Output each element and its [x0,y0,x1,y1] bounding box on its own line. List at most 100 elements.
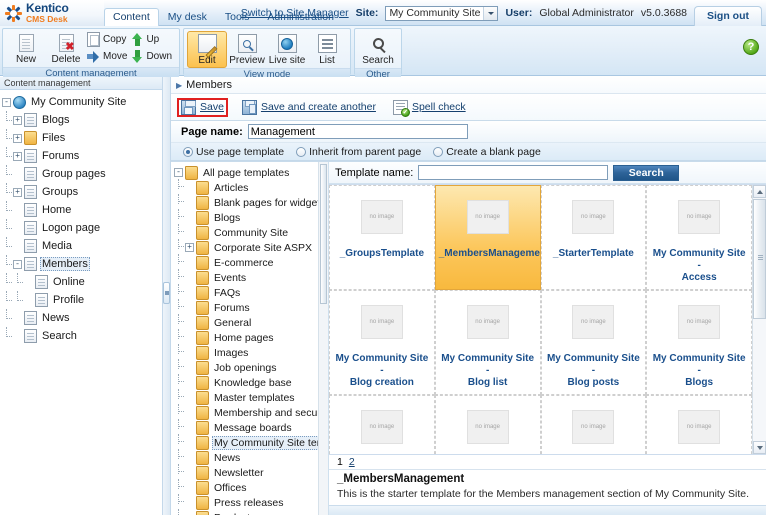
live-site-button[interactable]: Live site [267,31,307,68]
template-category-item[interactable]: Images [174,343,328,360]
template-category-item[interactable]: Knowledge base [174,373,328,390]
template-grid-scrollbar[interactable] [752,185,766,454]
switch-to-site-manager-link[interactable]: Switch to Site Manager [241,7,349,19]
template-category-item[interactable]: Message boards [174,418,328,435]
template-category-item[interactable]: Blogs [174,208,328,225]
template-category-item[interactable]: Blank pages for widgets [174,193,328,210]
save-and-create-another-action[interactable]: Save and create another [239,98,379,117]
template-category-item-label[interactable]: My Community Site templates [212,435,328,450]
content-tree-item[interactable]: Home [2,201,162,219]
template-category-item[interactable]: General [174,313,328,330]
pager-page-2[interactable]: 2 [349,456,355,468]
template-category-item-label[interactable]: E-commerce [212,257,276,269]
template-category-item-label[interactable]: Products [212,512,257,515]
template-category-item-label[interactable]: General [212,317,253,329]
scroll-down-icon[interactable] [753,441,766,454]
template-category-item-label[interactable]: Home pages [212,332,276,344]
template-tile[interactable]: no image [329,395,435,454]
content-tree-item[interactable]: Online [2,273,162,291]
template-category-item-label[interactable]: Knowledge base [212,377,294,389]
template-category-item-label[interactable]: Articles [212,182,250,194]
template-category-item-label[interactable]: Offices [212,482,248,494]
template-tile[interactable]: no image _MembersManagemen [434,185,541,290]
content-tree-item[interactable]: Logon page [2,219,162,237]
content-tree-item-label[interactable]: Search [40,330,79,342]
template-category-item[interactable]: Master templates [174,388,328,405]
collapse-icon[interactable]: - [2,97,11,107]
template-tile[interactable]: no image _GroupsTemplate [329,185,435,290]
content-tree-item-label[interactable]: Media [40,240,74,252]
template-tile[interactable]: no image My Community Site - Blog creatio… [329,290,435,395]
content-tree-item-label[interactable]: Members [40,257,90,271]
sign-out-button[interactable]: Sign out [694,6,762,26]
template-tile-label[interactable]: _GroupsTemplate [330,248,434,260]
template-category-item-label[interactable]: Forums [212,302,252,314]
splitter-grip[interactable] [163,282,170,304]
content-tree-item-label[interactable]: Logon page [40,222,102,234]
template-category-item[interactable]: + Corporate Site ASPX [174,238,328,255]
template-category-item[interactable]: Job openings [174,358,328,375]
pane-splitter[interactable] [162,77,171,515]
template-category-item[interactable]: Press releases [174,493,328,510]
template-category-tree[interactable]: - All page templates Articles Blank pages f… [174,165,328,515]
search-button[interactable]: Search [358,31,398,68]
move-button[interactable]: Move [86,48,131,65]
template-category-item[interactable]: Products [174,508,328,515]
help-icon[interactable]: ? [743,39,759,55]
template-category-item-label[interactable]: Images [212,347,250,359]
content-tree-item-label[interactable]: Forums [40,150,81,162]
content-tree-item[interactable]: + Blogs [2,111,162,129]
template-tile-label[interactable]: My Community Site - Blogs [647,353,751,389]
template-tile-label[interactable]: _MembersManagemen [436,248,540,260]
template-tile-label[interactable]: My Community Site - Blog posts [542,353,646,389]
tab-content[interactable]: Content [104,8,159,27]
expand-icon[interactable]: + [13,133,22,143]
content-tree-item-label[interactable]: Files [40,132,67,144]
template-category-item[interactable]: Articles [174,178,328,195]
template-category-item[interactable]: Community Site [174,223,328,240]
edit-view-button[interactable]: Edit [187,31,228,68]
copy-button[interactable]: Copy [86,31,131,48]
content-tree-item[interactable]: News [2,309,162,327]
template-tile[interactable]: no image My Community Site - Blog posts [540,290,647,395]
template-category-item-label[interactable]: Master templates [212,392,297,404]
template-category-item-label[interactable]: Press releases [212,497,285,509]
spell-check-action[interactable]: ✓ Spell check [390,98,469,117]
content-tree-item[interactable]: + Groups [2,183,162,201]
site-select[interactable]: My Community Site [385,5,499,21]
content-tree-item[interactable]: - Members [2,255,162,273]
template-category-item-label[interactable]: Newsletter [212,467,266,479]
collapse-icon[interactable]: - [174,168,183,177]
content-tree-item[interactable]: + Forums [2,147,162,165]
template-tile-label[interactable]: My Community Site - Blog creation [330,353,434,389]
collapse-icon[interactable]: - [13,259,22,269]
template-tile[interactable]: no image _StarterTemplate [540,185,647,290]
template-tile[interactable]: no image [646,395,752,454]
template-category-item[interactable]: E-commerce [174,253,328,270]
expand-icon[interactable]: + [13,151,22,161]
template-tree-scrollbar[interactable] [318,162,328,515]
radio-create-blank-page[interactable]: Create a blank page [433,146,541,158]
content-tree-item[interactable]: Search [2,327,162,345]
template-category-item-label[interactable]: Corporate Site ASPX [212,242,314,254]
content-tree-item-label[interactable]: My Community Site [29,96,128,108]
template-tile[interactable]: no image [434,395,541,454]
up-button[interactable]: Up [131,31,176,48]
content-tree-item[interactable]: Group pages [2,165,162,183]
content-tree[interactable]: - My Community Site + Blogs + Files + Forums Gro… [0,90,162,515]
content-tree-item-label[interactable]: News [40,312,72,324]
template-search-input[interactable] [418,165,609,180]
content-tree-item-label[interactable]: Home [40,204,73,216]
template-category-item[interactable]: Events [174,268,328,285]
template-tree-scroll-thumb[interactable] [320,164,327,304]
template-category-item-label[interactable]: Blogs [212,212,242,224]
expand-icon[interactable]: + [13,115,22,125]
template-category-item[interactable]: News [174,448,328,465]
template-category-item[interactable]: FAQs [174,283,328,300]
template-category-item-label[interactable]: All page templates [201,167,291,179]
template-category-item-label[interactable]: Job openings [212,362,278,374]
content-tree-item-label[interactable]: Blogs [40,114,72,126]
template-category-item-label[interactable]: Community Site [212,227,290,239]
content-tree-item[interactable]: Profile [2,291,162,309]
down-button[interactable]: Down [131,48,176,65]
